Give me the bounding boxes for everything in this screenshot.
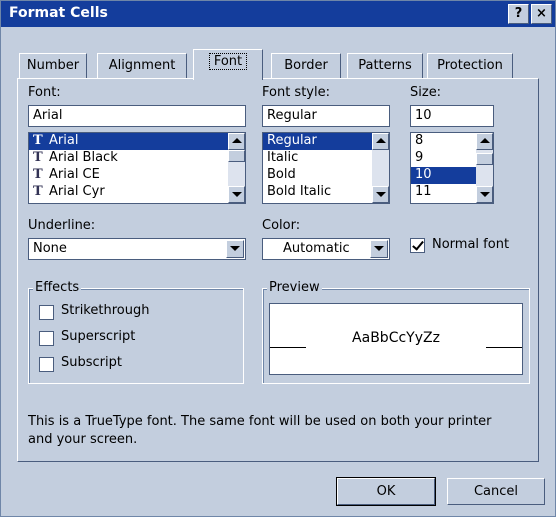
tab-patterns[interactable]: Patterns [347,53,423,79]
scroll-thumb[interactable] [228,150,245,162]
truetype-icon: T [33,167,43,182]
font-item-label: Arial Cyr [49,184,105,199]
color-select[interactable]: Automatic [262,238,390,260]
effects-group: Effects Strikethrough Superscript Subscr… [28,280,244,384]
truetype-icon: T [33,150,43,165]
close-icon[interactable]: × [531,4,552,24]
font-style-input[interactable]: Regular [262,105,390,127]
normal-font-label[interactable]: Normal font [432,237,509,252]
scroll-down-icon[interactable] [476,186,493,203]
list-item[interactable]: T Arial CE [29,167,245,184]
font-item-label: Arial CE [49,167,100,182]
description-line-1: This is a TrueType font. The same font w… [28,414,492,429]
strikethrough-label[interactable]: Strikethrough [61,303,149,318]
font-style-label: Font style: [262,85,330,100]
scroll-up-icon[interactable] [228,133,245,150]
preview-sample: AaBbCcYyZz [352,330,440,346]
superscript-checkbox[interactable] [39,331,54,346]
truetype-icon: T [33,133,43,148]
scroll-thumb[interactable] [476,153,493,165]
description-line-2: and your screen. [28,432,138,447]
scroll-up-icon[interactable] [372,133,389,150]
list-item[interactable]: T Arial [29,133,245,150]
font-input[interactable]: Arial [28,105,246,127]
size-scrollbar[interactable] [476,133,493,203]
list-item[interactable]: Bold [263,167,389,184]
preview-box: AaBbCcYyZz [269,303,523,375]
tab-protection[interactable]: Protection [427,53,513,79]
color-value: Automatic [283,241,350,256]
tab-alignment[interactable]: Alignment [97,53,187,79]
help-icon[interactable]: ? [508,4,529,24]
font-scrollbar[interactable] [228,133,245,203]
font-style-scrollbar[interactable] [372,133,389,203]
baseline-right [486,347,522,348]
size-listbox[interactable]: 8 9 10 11 [410,132,494,204]
scroll-down-icon[interactable] [372,186,389,203]
list-item[interactable]: T Arial Black [29,150,245,167]
font-item-label: Arial [49,133,79,148]
font-item-label: Arial Black [49,150,118,165]
title-bar: Format Cells ? × [1,1,555,27]
list-item[interactable]: Italic [263,150,389,167]
strikethrough-checkbox[interactable] [39,305,54,320]
effects-title: Effects [33,280,82,295]
preview-title: Preview [267,280,322,295]
scroll-up-icon[interactable] [476,133,493,150]
tab-font[interactable]: Font [193,49,263,80]
scroll-down-icon[interactable] [228,186,245,203]
tab-border[interactable]: Border [271,53,341,79]
list-item[interactable]: Regular [263,133,389,150]
superscript-label[interactable]: Superscript [61,329,135,344]
font-label: Font: [28,85,61,100]
dialog-title: Format Cells [9,5,108,21]
color-label: Color: [262,218,301,233]
font-description: This is a TrueType font. The same font w… [28,413,528,449]
format-cells-dialog: Format Cells ? × Number Alignment Font B… [0,0,556,517]
size-input[interactable]: 10 [410,105,494,127]
chevron-down-icon[interactable] [370,240,388,258]
subscript-label[interactable]: Subscript [61,355,122,370]
subscript-checkbox[interactable] [39,357,54,372]
font-style-listbox[interactable]: Regular Italic Bold Bold Italic [262,132,390,204]
tab-font-label: Font [208,53,248,70]
tab-number[interactable]: Number [19,53,87,79]
underline-select[interactable]: None [28,238,246,260]
truetype-icon: T [33,184,43,199]
underline-label: Underline: [28,218,96,233]
baseline-left [270,347,306,348]
size-label: Size: [410,85,442,100]
normal-font-checkbox[interactable] [410,238,425,253]
ok-button[interactable]: OK [336,477,436,506]
font-tab-panel: Font: Arial T Arial T Arial Black T Arial C… [17,78,539,462]
chevron-down-icon[interactable] [226,240,244,258]
font-listbox[interactable]: T Arial T Arial Black T Arial CE T Arial Cyr [28,132,246,204]
preview-group: Preview AaBbCcYyZz [262,280,530,384]
list-item[interactable]: T Arial Cyr [29,184,245,201]
underline-value: None [33,241,67,256]
list-item[interactable]: Bold Italic [263,184,389,201]
cancel-button[interactable]: Cancel [447,478,545,505]
